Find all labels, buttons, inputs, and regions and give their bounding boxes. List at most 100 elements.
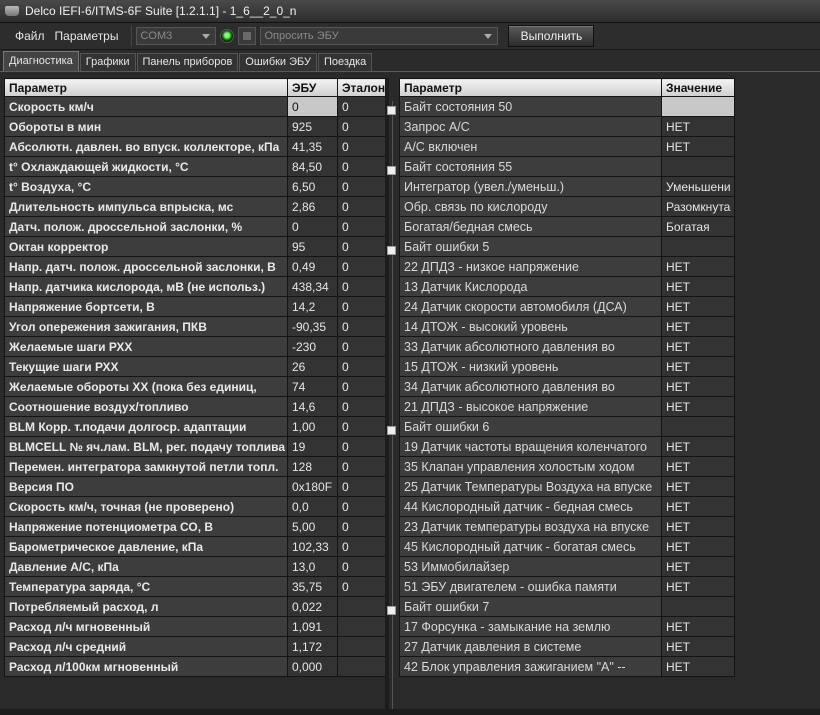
ecu-value-cell[interactable]: 0,49 — [287, 256, 338, 277]
flag-value-cell[interactable]: Богатая — [661, 216, 735, 237]
collapse-icon[interactable] — [387, 105, 396, 115]
flag-name-cell[interactable]: А/С включен — [399, 136, 662, 157]
table-row[interactable]: Расход л/ч мгновенный 1,091 — [4, 616, 387, 637]
table-row[interactable]: 19 Датчик частоты вращения коленчатого НЕ… — [399, 436, 735, 457]
ref-value-cell[interactable]: 0 — [336, 136, 387, 157]
table-row[interactable]: BLMCELL № яч.лам. BLM, рег. подачу топли… — [4, 436, 387, 457]
table-row[interactable]: Потребляемый расход, л 0,022 — [4, 596, 387, 617]
ref-value-cell[interactable] — [336, 656, 387, 677]
table-row[interactable]: 35 Клапан управления холостым ходом НЕТ — [399, 456, 735, 477]
menu-file[interactable]: Файл — [10, 29, 50, 43]
flag-name-cell[interactable]: 22 ДПДЗ - низкое напряжение — [399, 256, 662, 277]
table-row[interactable]: Скорость км/ч, точная (не проверено) 0,0 0 — [4, 496, 387, 517]
tab-trip[interactable]: Поездка — [318, 53, 373, 71]
ref-value-cell[interactable]: 0 — [336, 176, 387, 197]
table-row[interactable]: Барометрическое давление, кПа 102,33 0 — [4, 536, 387, 557]
flag-value-cell[interactable]: НЕТ — [661, 616, 735, 637]
ref-value-cell[interactable]: 0 — [336, 116, 387, 137]
table-row[interactable]: 23 Датчик температуры воздуха на впуске Н… — [399, 516, 735, 537]
ref-value-cell[interactable] — [336, 596, 387, 617]
flag-name-cell[interactable]: Байт состояния 50 — [387, 96, 662, 117]
flag-name-cell[interactable]: 44 Кислородный датчик - бедная смесь — [399, 496, 662, 517]
flag-value-cell[interactable]: НЕТ — [661, 476, 735, 497]
flag-value-cell[interactable]: НЕТ — [661, 576, 735, 597]
ref-value-cell[interactable]: 0 — [336, 376, 387, 397]
flag-value-cell[interactable]: НЕТ — [661, 336, 735, 357]
param-name-cell[interactable]: Датч. полож. дроссельной заслонки, % — [4, 216, 288, 237]
ecu-value-cell[interactable]: -230 — [287, 336, 338, 357]
ecu-value-cell[interactable]: 0x180F — [287, 476, 338, 497]
param-name-cell[interactable]: Температура заряда, °С — [4, 576, 288, 597]
ref-value-cell[interactable]: 0 — [336, 196, 387, 217]
ecu-value-cell[interactable]: 0,0 — [287, 496, 338, 517]
ecu-value-cell[interactable]: 74 — [287, 376, 338, 397]
group-row[interactable]: Байт ошибки 6 — [387, 416, 735, 437]
flag-value-cell[interactable]: НЕТ — [661, 396, 735, 417]
ref-value-cell[interactable]: 0 — [336, 496, 387, 517]
table-row[interactable]: Скорость км/ч 0 0 — [4, 96, 387, 117]
flag-name-cell[interactable]: 24 Датчик скорости автомобиля (ДСА) — [399, 296, 662, 317]
table-row[interactable]: 51 ЭБУ двигателем - ошибка памяти НЕТ — [399, 576, 735, 597]
ecu-value-cell[interactable]: 2,86 — [287, 196, 338, 217]
ecu-value-cell[interactable]: 14,6 — [287, 396, 338, 417]
param-name-cell[interactable]: t° Охлаждающей жидкости, °С — [4, 156, 288, 177]
param-name-cell[interactable]: Напр. датч. полож. дроссельной заслонки,… — [4, 256, 288, 277]
param-name-cell[interactable]: t° Воздуха, °С — [4, 176, 288, 197]
collapse-icon[interactable] — [387, 165, 396, 175]
table-row[interactable]: Температура заряда, °С 35,75 0 — [4, 576, 387, 597]
param-name-cell[interactable]: Напр. датчика кислорода, мВ (не использ.… — [4, 276, 288, 297]
table-row[interactable]: 13 Датчик Кислорода НЕТ — [399, 276, 735, 297]
flag-name-cell[interactable]: 51 ЭБУ двигателем - ошибка памяти — [399, 576, 662, 597]
flag-name-cell[interactable]: 35 Клапан управления холостым ходом — [399, 456, 662, 477]
flag-value-cell[interactable]: НЕТ — [661, 536, 735, 557]
table-row[interactable]: 53 Иммобилайзер НЕТ — [399, 556, 735, 577]
param-name-cell[interactable]: Напряжение бортсети, В — [4, 296, 288, 317]
table-row[interactable]: Угол опережения зажигания, ПКВ -90,35 0 — [4, 316, 387, 337]
flag-value-cell[interactable] — [661, 416, 735, 437]
group-row[interactable]: Байт ошибки 5 — [387, 236, 735, 257]
flag-value-cell[interactable] — [661, 156, 735, 177]
ecu-value-cell[interactable]: 1,00 — [287, 416, 338, 437]
ecu-value-cell[interactable]: 1,172 — [287, 636, 338, 657]
param-name-cell[interactable]: Расход л/ч мгновенный — [4, 616, 288, 637]
ecu-value-cell[interactable]: 19 — [287, 436, 338, 457]
command-select[interactable]: Опросить ЭБУ — [260, 27, 499, 45]
table-row[interactable]: А/С включен НЕТ — [399, 136, 735, 157]
column-header-param[interactable]: Параметр — [4, 78, 288, 97]
ref-value-cell[interactable]: 0 — [336, 536, 387, 557]
table-row[interactable]: 14 ДТОЖ - высокий уровень НЕТ — [399, 316, 735, 337]
table-row[interactable]: Октан корректор 95 0 — [4, 236, 387, 257]
flag-value-cell[interactable]: НЕТ — [661, 136, 735, 157]
param-name-cell[interactable]: Желаемые шаги РХХ — [4, 336, 288, 357]
param-name-cell[interactable]: BLM Корр. т.подачи долгоср. адаптации — [4, 416, 288, 437]
param-name-cell[interactable]: Потребляемый расход, л — [4, 596, 288, 617]
collapse-icon[interactable] — [387, 605, 396, 615]
ref-value-cell[interactable] — [336, 636, 387, 657]
table-row[interactable]: 45 Кислородный датчик - богатая смесь НЕТ — [399, 536, 735, 557]
table-row[interactable]: Перемен. интегратора замкнутой петли топ… — [4, 456, 387, 477]
flag-value-cell[interactable]: НЕТ — [661, 316, 735, 337]
param-name-cell[interactable]: Расход л/ч средний — [4, 636, 288, 657]
flag-name-cell[interactable]: 15 ДТОЖ - низкий уровень — [399, 356, 662, 377]
table-row[interactable]: Расход л/100км мгновенный 0,000 — [4, 656, 387, 677]
param-name-cell[interactable]: Текущие шаги РХХ — [4, 356, 288, 377]
flag-value-cell[interactable]: НЕТ — [661, 516, 735, 537]
flag-value-cell[interactable]: НЕТ — [661, 636, 735, 657]
flag-name-cell[interactable]: 17 Форсунка - замыкание на землю — [399, 616, 662, 637]
flag-value-cell[interactable]: НЕТ — [661, 116, 735, 137]
column-header-param[interactable]: Параметр — [399, 78, 662, 97]
flag-value-cell[interactable]: НЕТ — [661, 276, 735, 297]
ecu-value-cell[interactable]: 6,50 — [287, 176, 338, 197]
param-name-cell[interactable]: Скорость км/ч, точная (не проверено) — [4, 496, 288, 517]
flag-value-cell[interactable] — [661, 596, 735, 617]
ref-value-cell[interactable]: 0 — [336, 296, 387, 317]
param-name-cell[interactable]: Желаемые обороты ХХ (пока без единиц, — [4, 376, 288, 397]
flag-name-cell[interactable]: Байт состояния 55 — [387, 156, 662, 177]
table-row[interactable]: Обр. связь по кислороду Разомкнута — [399, 196, 735, 217]
ecu-chip-icon[interactable] — [238, 27, 257, 45]
ref-value-cell[interactable]: 0 — [336, 356, 387, 377]
ecu-value-cell[interactable]: 5,00 — [287, 516, 338, 537]
ecu-value-cell[interactable]: 0,022 — [287, 596, 338, 617]
flag-value-cell[interactable]: Уменьшени — [661, 176, 735, 197]
table-row[interactable]: 27 Датчик давления в системе НЕТ — [399, 636, 735, 657]
